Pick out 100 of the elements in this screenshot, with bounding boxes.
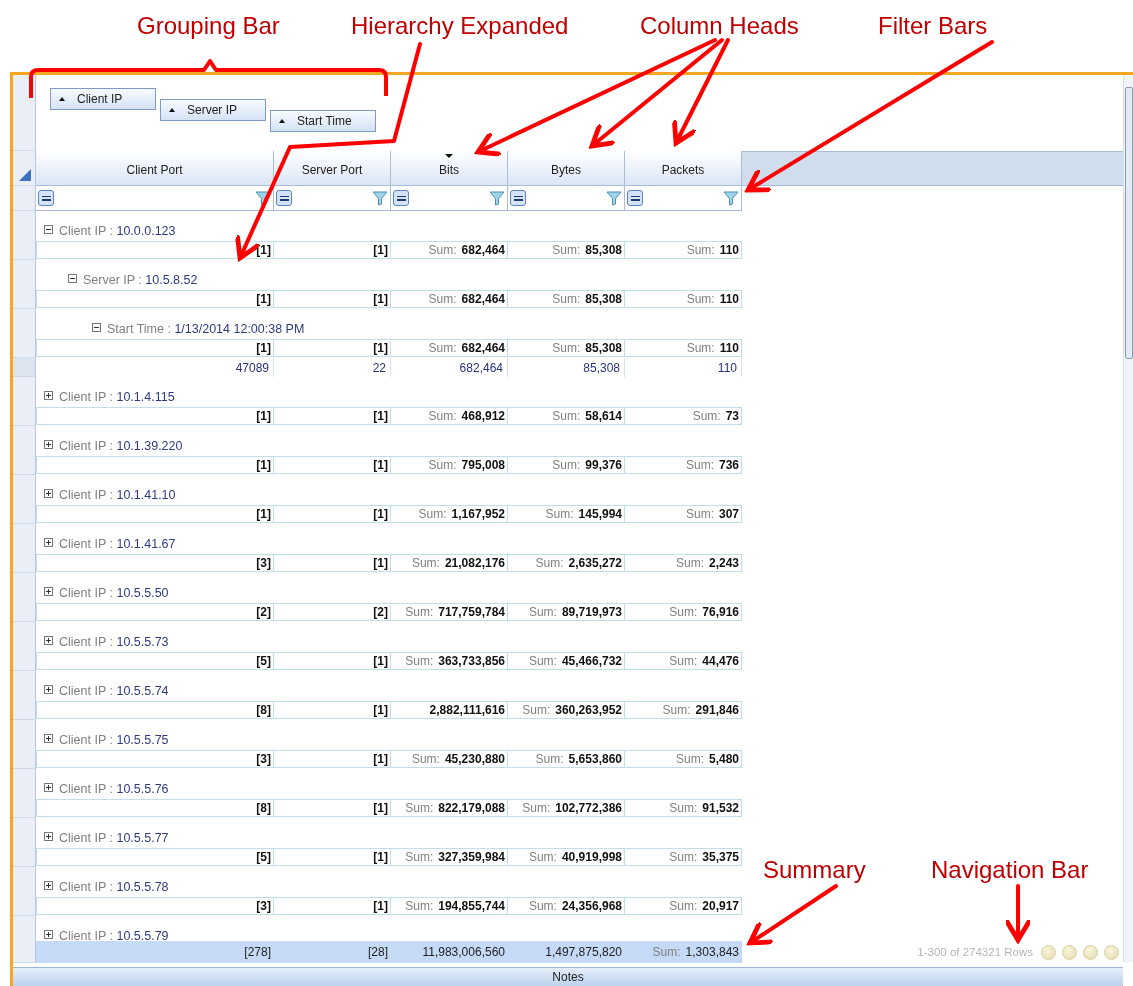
group-label: Client IP : 10.5.5.76: [59, 782, 169, 796]
summary-cell: Sum: 76,916: [625, 603, 742, 621]
expand-icon[interactable]: [44, 538, 53, 547]
equals-operator-icon[interactable]: [38, 190, 54, 206]
expand-icon[interactable]: [44, 489, 53, 498]
group-chip[interactable]: Server IP: [160, 99, 266, 121]
row-selector[interactable]: [13, 701, 36, 720]
row-selector[interactable]: [13, 524, 36, 554]
group-label: Client IP : 10.1.4.115: [59, 390, 175, 404]
row-count: 1-300 of 274321 Rows: [917, 946, 1033, 958]
summary-total: [278]: [243, 944, 272, 961]
row-selector[interactable]: [13, 897, 36, 916]
column-header[interactable]: Bytes: [508, 151, 625, 186]
filter-icon[interactable]: [372, 190, 388, 206]
group-label: Server IP : 10.5.8.52: [83, 273, 198, 287]
column-header[interactable]: Client Port: [36, 151, 274, 186]
summary-cell: [5]: [36, 652, 274, 670]
group-label: Client IP : 10.5.5.74: [59, 684, 169, 698]
row-selector[interactable]: [13, 554, 36, 573]
table-cell: 22: [274, 358, 391, 377]
column-header[interactable]: Bits: [391, 151, 508, 186]
row-selector[interactable]: [13, 505, 36, 524]
expand-icon[interactable]: [44, 587, 53, 596]
expand-icon[interactable]: [44, 685, 53, 694]
annotation-label: Column Heads: [640, 12, 799, 40]
row-selector[interactable]: [13, 339, 36, 358]
row-selector[interactable]: [13, 573, 36, 603]
filter-icon[interactable]: [723, 190, 739, 206]
row-selector[interactable]: [13, 358, 36, 377]
summary-cell: Sum: 99,376: [508, 456, 625, 474]
expand-icon[interactable]: [44, 391, 53, 400]
row-selector[interactable]: [13, 260, 36, 290]
row-selector[interactable]: [13, 603, 36, 622]
equals-operator-icon[interactable]: [627, 190, 643, 206]
notes-bar[interactable]: Notes: [13, 967, 1123, 986]
filter-icon[interactable]: [489, 190, 505, 206]
summary-cell: [1]: [36, 456, 274, 474]
row-selector[interactable]: [13, 848, 36, 867]
collapse-icon[interactable]: [92, 323, 101, 332]
summary-cell: [1]: [36, 339, 274, 357]
row-selector[interactable]: [13, 290, 36, 309]
row-selector[interactable]: [13, 377, 36, 407]
filter-field[interactable]: [391, 186, 508, 211]
row-selector[interactable]: [13, 309, 36, 339]
row-selector[interactable]: [13, 211, 36, 241]
page-nav-button[interactable]: [1083, 944, 1098, 960]
group-chip[interactable]: Client IP: [50, 88, 156, 110]
page-nav-button[interactable]: [1104, 944, 1119, 960]
row-selector[interactable]: [13, 818, 36, 848]
collapse-icon[interactable]: [44, 225, 53, 234]
row-selector: [13, 941, 36, 963]
summary-total: 1,497,875,820: [544, 944, 623, 961]
row-selector[interactable]: [13, 720, 36, 750]
summary-cell: Sum: 21,082,176: [391, 554, 508, 572]
expand-icon[interactable]: [44, 636, 53, 645]
row-selector[interactable]: [13, 407, 36, 426]
summary-cell: Sum: 2,243: [625, 554, 742, 572]
filter-field[interactable]: [508, 186, 625, 211]
expand-icon[interactable]: [44, 440, 53, 449]
row-selector[interactable]: [13, 916, 36, 941]
group-label: Client IP : 10.5.5.75: [59, 733, 169, 747]
equals-operator-icon[interactable]: [510, 190, 526, 206]
filter-field[interactable]: [274, 186, 391, 211]
column-header[interactable]: Server Port: [274, 151, 391, 186]
row-selector[interactable]: [13, 671, 36, 701]
filter-field[interactable]: [625, 186, 742, 211]
row-selector[interactable]: [13, 652, 36, 671]
expand-icon[interactable]: [44, 832, 53, 841]
row-selector[interactable]: [13, 867, 36, 897]
expand-icon[interactable]: [44, 930, 53, 939]
page-nav-button[interactable]: [1062, 944, 1077, 960]
row-selector[interactable]: [13, 750, 36, 769]
summary-cell: [1]: [274, 505, 391, 523]
expand-icon[interactable]: [44, 734, 53, 743]
summary-cell: Sum: 35,375: [625, 848, 742, 866]
row-selector[interactable]: [13, 799, 36, 818]
summary-cell: Sum: 145,994: [508, 505, 625, 523]
scrollbar[interactable]: [1123, 75, 1133, 962]
filter-icon[interactable]: [255, 190, 271, 206]
row-selector[interactable]: [13, 769, 36, 799]
row-selector[interactable]: [13, 426, 36, 456]
expand-icon[interactable]: [44, 783, 53, 792]
page-nav-button[interactable]: [1041, 944, 1056, 960]
row-selector[interactable]: [13, 241, 36, 260]
expand-icon[interactable]: [44, 881, 53, 890]
summary-cell: Sum: 45,466,732: [508, 652, 625, 670]
group-label: Client IP : 10.5.5.79: [59, 929, 169, 941]
summary-cell: [3]: [36, 750, 274, 768]
equals-operator-icon[interactable]: [276, 190, 292, 206]
collapse-icon[interactable]: [68, 274, 77, 283]
filter-field[interactable]: [36, 186, 274, 211]
table-cell: 682,464: [391, 358, 508, 377]
row-selector[interactable]: [13, 622, 36, 652]
group-chip[interactable]: Start Time: [270, 110, 376, 132]
row-selector[interactable]: [13, 456, 36, 475]
column-header[interactable]: Packets: [625, 151, 742, 186]
equals-operator-icon[interactable]: [393, 190, 409, 206]
filter-icon[interactable]: [606, 190, 622, 206]
summary-cell: Sum: 85,308: [508, 339, 625, 357]
row-selector[interactable]: [13, 475, 36, 505]
